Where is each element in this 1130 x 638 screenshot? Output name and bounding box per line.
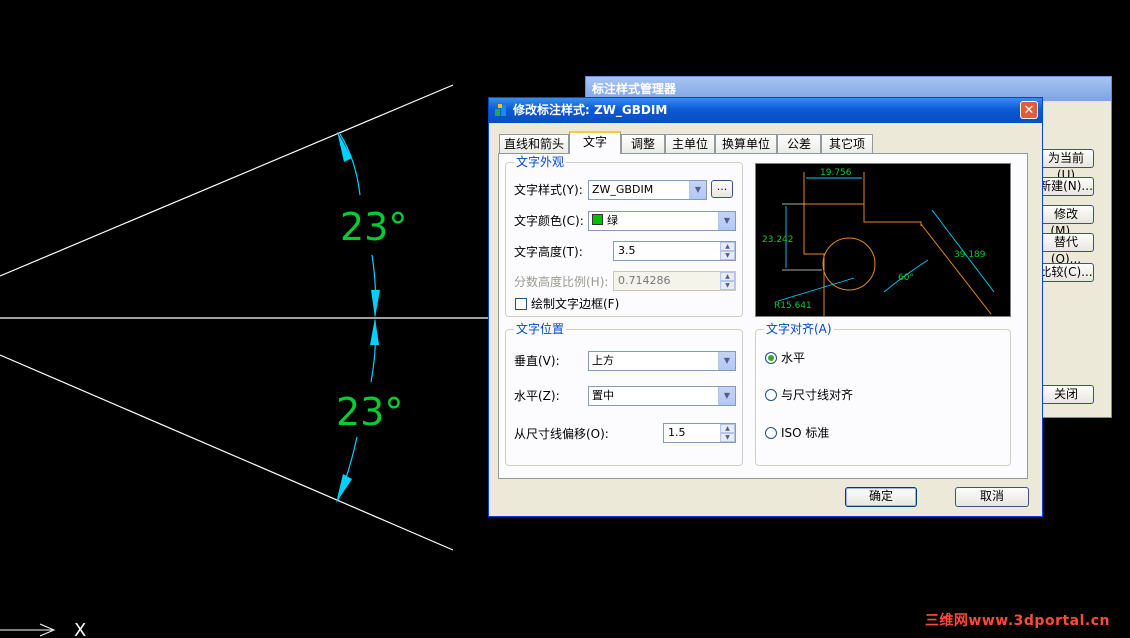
modify-dimension-style-dialog: 修改标注样式: ZW_GBDIM ✕ 直线和箭头 文字 调整 主单位 换算单位 …: [488, 97, 1043, 517]
spin-up-icon[interactable]: ▲: [720, 424, 735, 433]
text-style-browse-button[interactable]: ...: [711, 180, 733, 198]
tab-text[interactable]: 文字: [569, 131, 621, 154]
fraction-height-label: 分数高度比例(H):: [514, 275, 609, 289]
text-frame-label: 绘制文字边框(F): [531, 297, 620, 311]
text-placement-group: 文字位置 垂直(V): 上方 ▼ 水平(Z): 置中 ▼ 从尺寸线偏移(O): …: [505, 322, 743, 466]
align-with-dimline-label: 与尺寸线对齐: [781, 388, 854, 402]
text-height-spinner[interactable]: 3.5 ▲ ▼: [613, 241, 736, 261]
spin-down-icon[interactable]: ▼: [720, 251, 735, 260]
text-color-select[interactable]: 绿 ▼: [588, 211, 736, 231]
tab-other[interactable]: 其它项: [821, 134, 873, 153]
text-placement-title: 文字位置: [514, 322, 567, 336]
close-icon[interactable]: ✕: [1020, 101, 1038, 119]
cancel-button[interactable]: 取消: [955, 487, 1029, 507]
color-swatch-icon: [592, 214, 603, 225]
tab-tolerances[interactable]: 公差: [777, 134, 821, 153]
offset-value: 1.5: [668, 426, 686, 439]
style-preview: 19.756 23.242 39.189 60° R15.641: [755, 163, 1011, 317]
text-style-label: 文字样式(Y):: [514, 183, 583, 197]
align-horizontal-label: 水平: [781, 351, 806, 365]
ok-button[interactable]: 确定: [845, 487, 917, 507]
lower-angle-label: 23°: [336, 390, 403, 434]
text-height-value: 3.5: [618, 244, 636, 257]
chevron-down-icon[interactable]: ▼: [689, 181, 706, 199]
tab-fit[interactable]: 调整: [621, 134, 665, 153]
vertical-position-select[interactable]: 上方 ▼: [588, 351, 736, 371]
align-with-dimline-radio[interactable]: [765, 389, 777, 401]
text-appearance-group: 文字外观 文字样式(Y): ZW_GBDIM ▼ ... 文字颜色(C): 绿 …: [505, 155, 743, 317]
upper-arrowhead-bottom: [371, 290, 380, 318]
horizontal-label: 水平(Z):: [514, 389, 560, 403]
text-height-label: 文字高度(T):: [514, 245, 583, 259]
chevron-down-icon[interactable]: ▼: [718, 387, 735, 405]
vertical-position-value: 上方: [592, 354, 614, 367]
horizontal-position-value: 置中: [592, 389, 614, 402]
offset-label: 从尺寸线偏移(O):: [514, 427, 609, 441]
compare-style-button[interactable]: 比较(C)...: [1038, 263, 1094, 282]
lower-arrowhead-bottom: [336, 474, 352, 503]
vertical-label: 垂直(V):: [514, 354, 560, 368]
preview-dim-angle: 60°: [898, 273, 914, 283]
text-tab-panel: 文字外观 文字样式(Y): ZW_GBDIM ▼ ... 文字颜色(C): 绿 …: [498, 153, 1028, 479]
tab-primary-units[interactable]: 主单位: [665, 134, 715, 153]
text-color-value: 绿: [607, 214, 618, 227]
lower-ray: [0, 354, 454, 551]
upper-arrowhead-top: [337, 131, 352, 162]
preview-drawing: 19.756 23.242 39.189 60° R15.641: [762, 168, 995, 316]
tab-alternate-units[interactable]: 换算单位: [715, 134, 777, 153]
manager-close-button[interactable]: 关闭: [1038, 385, 1094, 404]
fraction-height-spinner[interactable]: 0.714286 ▲ ▼: [613, 271, 736, 291]
spin-down-icon[interactable]: ▼: [720, 433, 735, 442]
text-alignment-title: 文字对齐(A): [764, 322, 834, 336]
preview-dim-left: 23.242: [762, 235, 794, 245]
preview-dim-top: 19.756: [820, 168, 852, 178]
override-style-button[interactable]: 替代(O)...: [1038, 233, 1094, 266]
set-current-button[interactable]: 为当前(U): [1038, 149, 1094, 182]
dialog-title: 修改标注样式: ZW_GBDIM: [513, 103, 668, 117]
ucs-x-label: X: [74, 620, 86, 638]
preview-dim-radius: R15.641: [774, 301, 812, 311]
spin-down-icon: ▼: [720, 281, 735, 290]
chevron-down-icon[interactable]: ▼: [718, 352, 735, 370]
tab-lines-arrows[interactable]: 直线和箭头: [499, 134, 569, 153]
preview-dim-right: 39.189: [954, 250, 986, 260]
chevron-down-icon[interactable]: ▼: [718, 212, 735, 230]
align-iso-label: ISO 标准: [781, 426, 830, 440]
offset-spinner[interactable]: 1.5 ▲ ▼: [663, 423, 736, 443]
text-color-label: 文字颜色(C):: [514, 214, 584, 228]
app-icon: [495, 104, 506, 116]
lower-arrowhead-top: [370, 318, 379, 345]
horizontal-position-select[interactable]: 置中 ▼: [588, 386, 736, 406]
fraction-height-value: 0.714286: [618, 274, 671, 287]
spin-up-icon: ▲: [720, 272, 735, 281]
align-horizontal-radio[interactable]: [765, 352, 777, 364]
modify-style-button[interactable]: 修改(M)...: [1038, 205, 1094, 238]
text-appearance-title: 文字外观: [514, 155, 567, 169]
align-iso-radio[interactable]: [765, 427, 777, 439]
text-alignment-group: 文字对齐(A) 水平 与尺寸线对齐 ISO 标准: [755, 322, 1011, 466]
watermark: 三维网www.3dportal.cn: [924, 613, 1110, 629]
new-style-button[interactable]: 新建(N)...: [1038, 177, 1094, 196]
upper-angle-label: 23°: [340, 205, 407, 249]
text-frame-checkbox[interactable]: [515, 298, 527, 310]
text-style-select[interactable]: ZW_GBDIM ▼: [588, 180, 707, 200]
spin-up-icon[interactable]: ▲: [720, 242, 735, 251]
text-style-value: ZW_GBDIM: [592, 183, 654, 196]
dialog-titlebar: 修改标注样式: ZW_GBDIM ✕: [489, 98, 1042, 123]
